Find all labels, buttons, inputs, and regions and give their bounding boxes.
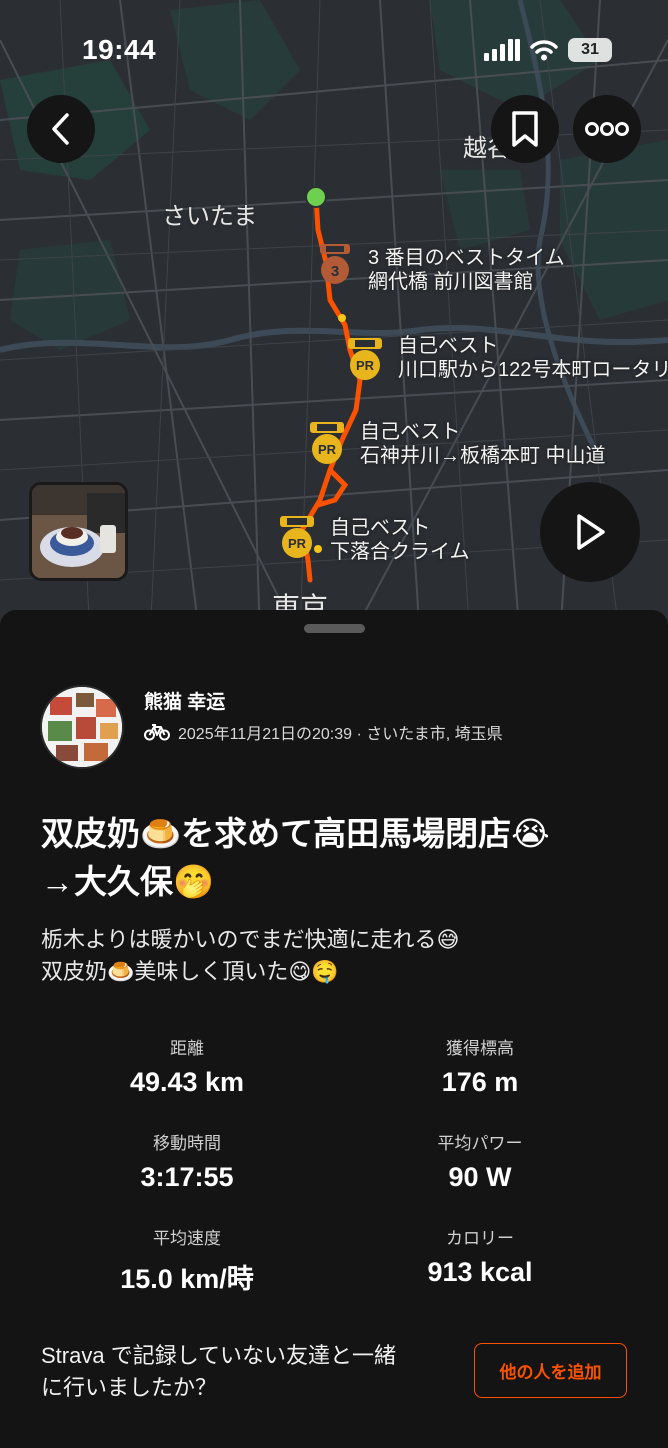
- activity-description-line: 双皮奶🍮美味しく頂いた😋🤤: [41, 959, 339, 984]
- stat-value: 3:17:55: [140, 1162, 234, 1192]
- wifi-icon: [530, 40, 558, 61]
- stat-label: 平均速度: [153, 1229, 221, 1248]
- stat-avg-power: 平均パワー 90 W: [330, 1129, 630, 1193]
- stat-value: 15.0 km/時: [120, 1264, 254, 1294]
- add-friends-prompt: Strava で記録していない友達と一緒 に行いましたか？: [41, 1340, 461, 1404]
- more-options-button[interactable]: [573, 95, 641, 163]
- add-others-button[interactable]: 他の人を追加: [474, 1343, 627, 1398]
- activity-title-line: →大久保🤭: [41, 863, 215, 900]
- pr-medal-icon: PR: [310, 422, 344, 464]
- segment-name-text: 川口駅から122号本町ロータリー: [398, 359, 668, 381]
- stat-value: 913 kcal: [427, 1257, 533, 1287]
- bookmark-button[interactable]: [491, 95, 559, 163]
- athlete-name[interactable]: 熊猫 幸运: [144, 687, 225, 714]
- segment-name-text: 下落合クライム: [330, 541, 470, 563]
- activity-description: 栃木よりは暖かいのでまだ快適に走れる😅 双皮奶🍮美味しく頂いた😋🤤: [41, 924, 641, 988]
- play-flyover-button[interactable]: [540, 482, 640, 582]
- status-time: 19:44: [82, 34, 157, 65]
- status-icons: 31: [484, 36, 612, 64]
- stat-avg-speed: 平均速度 15.0 km/時: [37, 1224, 337, 1296]
- marker-badge-text: PR: [288, 536, 307, 551]
- bronze-medal-icon: 3: [320, 244, 350, 284]
- segment-marker[interactable]: PR: [308, 420, 346, 471]
- athlete-avatar[interactable]: [40, 685, 124, 769]
- segment-label: 自己ベスト 川口駅から122号本町ロータリー: [398, 334, 668, 382]
- stat-label: 獲得標高: [446, 1039, 514, 1058]
- segment-label: 自己ベスト 石神井川→板橋本町 中山道: [360, 420, 606, 468]
- status-bar: 19:44 31: [0, 0, 668, 100]
- bicycle-icon: [144, 724, 170, 741]
- add-friends-prompt-line: Strava で記録していない友達と一緒: [41, 1343, 397, 1368]
- segment-rank-text: 自己ベスト: [398, 335, 499, 357]
- segment-name-text: 石神井川→板橋本町 中山道: [360, 445, 606, 467]
- stat-value: 176 m: [441, 1067, 519, 1097]
- bookmark-icon: [512, 111, 538, 147]
- add-friends-prompt-line: に行いましたか？: [41, 1375, 218, 1400]
- pr-medal-icon: PR: [280, 516, 314, 558]
- activity-title-line: 双皮奶🍮を求めて高田馬場閉店😭: [41, 815, 550, 852]
- marker-badge-text: 3: [331, 263, 339, 280]
- activity-description-line: 栃木よりは暖かいのでまだ快適に走れる😅: [41, 927, 460, 952]
- cellular-signal-icon: [484, 39, 520, 61]
- segment-marker[interactable]: 3: [318, 242, 352, 291]
- stat-elevation: 獲得標高 176 m: [330, 1034, 630, 1098]
- stat-label: カロリー: [446, 1229, 514, 1248]
- segment-name-text: 網代橋 前川図書館: [368, 271, 534, 293]
- back-button[interactable]: [27, 95, 95, 163]
- segment-rank-text: 自己ベスト: [330, 517, 431, 539]
- stat-distance: 距離 49.43 km: [37, 1034, 337, 1098]
- chevron-left-icon: [52, 113, 69, 145]
- stat-label: 平均パワー: [437, 1134, 523, 1153]
- battery-indicator: 31: [568, 38, 612, 62]
- stat-calories: カロリー 913 kcal: [330, 1224, 630, 1288]
- route-map[interactable]: さいたま 越谷 東京 3 3 番目のベストタイム 網代橋 前川図書館 PR 自己…: [0, 0, 668, 640]
- food-photo-image: [32, 485, 125, 578]
- stat-label: 距離: [170, 1039, 204, 1058]
- avatar-image: [42, 687, 122, 767]
- segment-label: 3 番目のベストタイム 網代橋 前川図書館: [368, 246, 565, 294]
- more-dots-icon: [585, 122, 629, 136]
- segment-label: 自己ベスト 下落合クライム: [330, 516, 470, 564]
- segment-marker[interactable]: PR: [278, 514, 316, 565]
- activity-date-location: 2025年11月21日の20:39 · さいたま市, 埼玉県: [178, 726, 503, 743]
- activity-photo-thumbnail[interactable]: [29, 482, 128, 581]
- segment-rank-text: 自己ベスト: [360, 421, 461, 443]
- segment-marker[interactable]: PR: [346, 336, 384, 387]
- pr-medal-icon: PR: [348, 338, 382, 380]
- marker-badge-text: PR: [356, 358, 375, 373]
- play-icon: [577, 514, 605, 550]
- sheet-drag-handle[interactable]: [304, 624, 365, 633]
- stat-value: 49.43 km: [129, 1067, 245, 1097]
- segment-rank-text: 3 番目のベストタイム: [368, 247, 565, 269]
- stat-value: 90 W: [448, 1162, 512, 1192]
- activity-meta: 2025年11月21日の20:39 · さいたま市, 埼玉県: [144, 720, 503, 744]
- marker-badge-text: PR: [318, 442, 337, 457]
- activity-title: 双皮奶🍮を求めて高田馬場閉店😭 →大久保🤭: [41, 810, 641, 906]
- activity-details-sheet[interactable]: 熊猫 幸运 2025年11月21日の20:39 · さいたま市, 埼玉県 双皮奶…: [0, 610, 668, 1448]
- city-label-saitama: さいたま: [162, 203, 258, 230]
- stat-moving-time: 移動時間 3:17:55: [37, 1129, 337, 1193]
- stat-label: 移動時間: [153, 1134, 221, 1153]
